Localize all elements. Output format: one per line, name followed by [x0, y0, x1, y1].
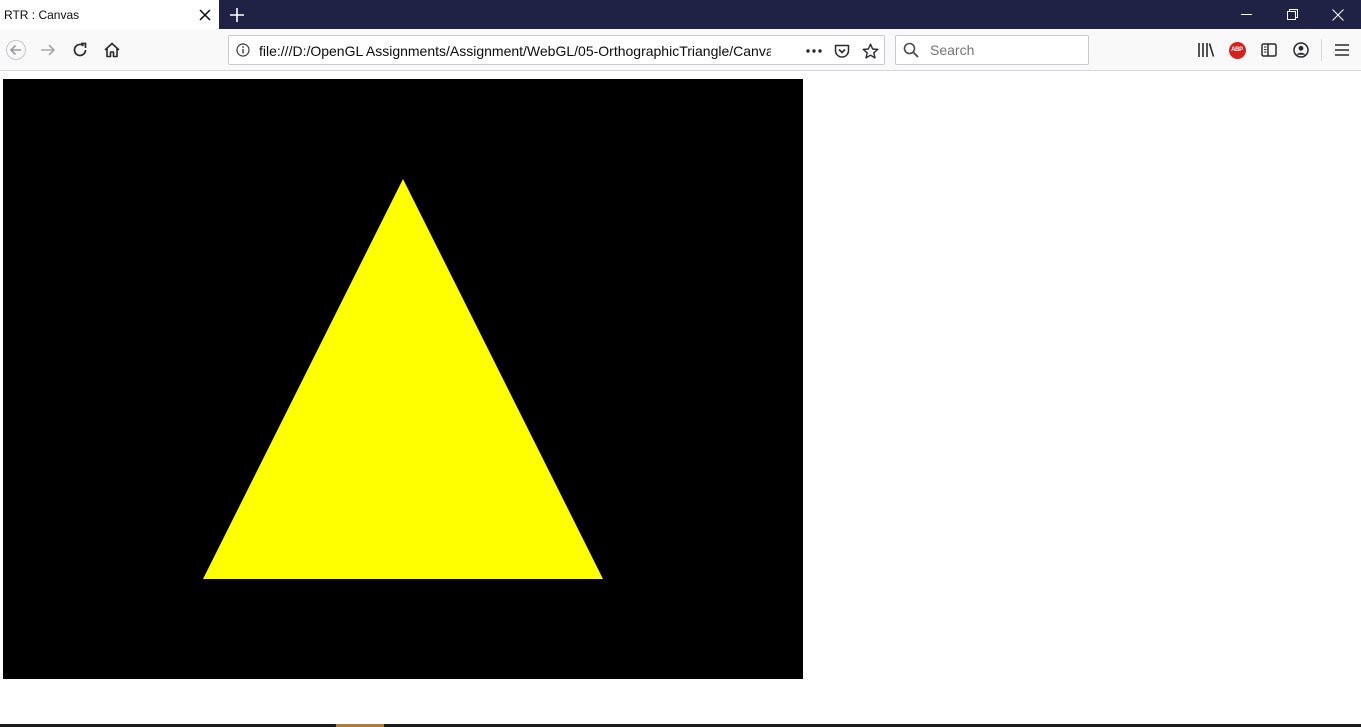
- account-icon: [1293, 42, 1309, 58]
- star-icon[interactable]: [859, 40, 881, 62]
- url-bar[interactable]: file:///D:/OpenGL Assignments/Assignment…: [228, 35, 885, 65]
- adblock-plus-icon: ABP: [1228, 41, 1246, 59]
- account-button[interactable]: [1285, 34, 1317, 66]
- search-input[interactable]: [930, 40, 1080, 60]
- close-window-button[interactable]: [1315, 0, 1361, 29]
- hamburger-menu-icon: [1335, 44, 1349, 56]
- close-tab-icon[interactable]: [191, 0, 219, 29]
- tab-rtr-canvas[interactable]: RTR : Canvas: [0, 0, 219, 29]
- restore-window-button[interactable]: [1269, 0, 1315, 29]
- url-text[interactable]: file:///D:/OpenGL Assignments/Assignment…: [259, 42, 771, 60]
- minimize-window-button[interactable]: [1223, 0, 1269, 29]
- library-button[interactable]: [1190, 34, 1222, 66]
- pocket-icon[interactable]: [831, 40, 853, 62]
- forward-button[interactable]: [32, 34, 64, 66]
- page-content: [0, 71, 1361, 727]
- home-icon: [104, 42, 120, 58]
- tab-strip: RTR : Canvas: [0, 0, 1361, 29]
- webgl-canvas[interactable]: [3, 79, 803, 679]
- reload-button[interactable]: [64, 34, 96, 66]
- sidebar-icon: [1261, 43, 1277, 57]
- sidebar-button[interactable]: [1253, 34, 1285, 66]
- new-tab-button[interactable]: [222, 0, 252, 29]
- close-icon: [1332, 8, 1344, 21]
- menu-button[interactable]: [1326, 34, 1358, 66]
- library-icon: [1198, 43, 1215, 57]
- plus-icon: [230, 7, 244, 22]
- search-icon: [902, 41, 920, 59]
- restore-icon: [1286, 9, 1298, 20]
- home-button[interactable]: [96, 34, 128, 66]
- tab-title: RTR : Canvas: [4, 7, 80, 22]
- arrow-left-icon: [6, 40, 26, 60]
- ellipsis-icon[interactable]: [803, 40, 825, 62]
- reload-icon: [73, 42, 87, 57]
- adblock-plus-button[interactable]: ABP: [1221, 34, 1253, 66]
- navigation-toolbar: file:///D:/OpenGL Assignments/Assignment…: [0, 29, 1361, 71]
- arrow-right-icon: [41, 44, 56, 56]
- search-bar[interactable]: [895, 35, 1089, 65]
- toolbar-divider: [1321, 39, 1322, 61]
- info-icon[interactable]: [234, 41, 252, 59]
- back-button[interactable]: [0, 34, 32, 66]
- minimize-icon: [1240, 14, 1252, 15]
